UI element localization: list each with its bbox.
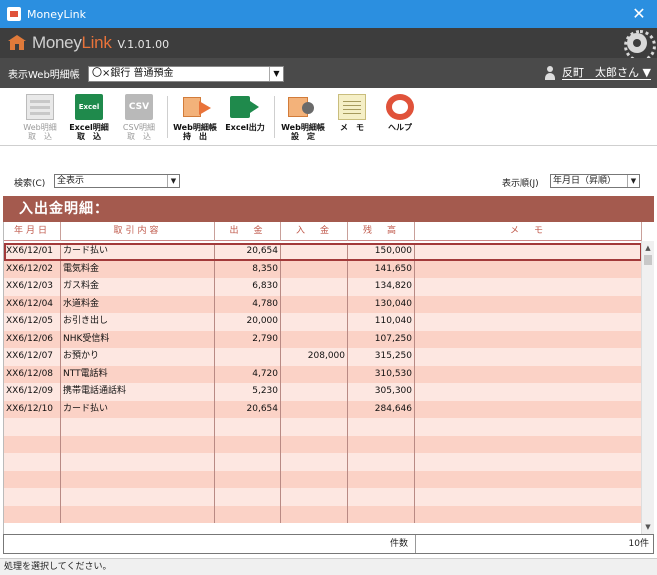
chevron-down-icon: ▼ <box>269 67 283 81</box>
table-body: XX6/12/01 カード払い 20,654 150,000 XX6/12/02 電気料… <box>4 243 642 523</box>
help-button[interactable]: ヘルプ <box>380 94 420 132</box>
memo-icon <box>338 94 366 120</box>
lifebuoy-icon <box>386 94 414 120</box>
column-header-description[interactable]: 取引内容 <box>61 222 215 241</box>
web-detail-icon <box>26 94 54 120</box>
table-row[interactable]: XX6/12/08 NTT電話料 4,720 310,530 <box>4 365 642 383</box>
excel-import-button[interactable]: Excel Excel明細取 込 <box>66 94 112 141</box>
table-footer: 件数 10件 <box>3 534 654 554</box>
table-row[interactable] <box>4 418 642 436</box>
csv-import-button[interactable]: CSV CSV明細取 込 <box>118 94 160 141</box>
web-import-button[interactable]: Web明細取 込 <box>20 94 60 141</box>
table-row[interactable] <box>4 435 642 453</box>
app-header: MoneyLink V.1.01.00 <box>0 28 657 62</box>
user-menu[interactable]: 反町 太郎さん ▼ <box>562 67 651 80</box>
table-row[interactable]: XX6/12/03 ガス料金 6,830 134,820 <box>4 278 642 296</box>
scrollbar-thumb[interactable] <box>644 255 652 265</box>
count-value: 10件 <box>628 539 649 549</box>
app-logo: MoneyLink <box>32 33 112 52</box>
window-titlebar: MoneyLink ✕ <box>0 0 657 28</box>
column-header-balance[interactable]: 残 高 <box>348 222 415 241</box>
app-icon <box>7 7 21 21</box>
toolbar-divider <box>274 96 275 138</box>
chevron-down-icon: ▼ <box>627 175 639 187</box>
window-title: MoneyLink <box>27 7 86 21</box>
section-title: 入出金明細： <box>3 196 654 222</box>
chevron-down-icon[interactable]: ▼ <box>642 520 654 534</box>
export-arrow-icon <box>181 94 211 120</box>
gear-icon[interactable] <box>624 30 656 62</box>
sort-select[interactable]: 年月日（昇順） ▼ <box>550 174 640 188</box>
count-label: 件数 <box>390 539 409 549</box>
column-header-withdrawal[interactable]: 出 金 <box>215 222 281 241</box>
table-row[interactable] <box>4 488 642 506</box>
sort-label: 表示順(J) <box>502 179 539 189</box>
account-bar: 表示Web明細帳 〇×銀行 普通預金 ▼ 反町 太郎さん ▼ <box>0 58 657 88</box>
account-label: 表示Web明細帳 <box>8 69 80 81</box>
table-row[interactable] <box>4 453 642 471</box>
transaction-table: 年月日 取引内容 出 金 入 金 残 高 メ モ XX6/12/01 カード払い 2… <box>3 222 654 534</box>
search-label: 検索(C) <box>14 179 46 189</box>
search-select[interactable]: 全表示 ▼ <box>54 174 180 188</box>
column-header-date[interactable]: 年月日 <box>4 222 61 241</box>
table-header: 年月日 取引内容 出 金 入 金 残 高 メ モ <box>4 222 642 241</box>
excel-icon: Excel <box>75 94 103 120</box>
excel-output-icon <box>228 94 262 120</box>
close-icon[interactable]: ✕ <box>629 4 649 23</box>
table-row[interactable] <box>4 505 642 523</box>
app-version: V.1.01.00 <box>117 38 170 51</box>
column-header-deposit[interactable]: 入 金 <box>281 222 348 241</box>
toolbar: Web明細取 込 Excel Excel明細取 込 CSV CSV明細取 込 W… <box>0 88 657 146</box>
chevron-down-icon: ▼ <box>167 175 179 187</box>
main-content: 検索(C) 全表示 ▼ 表示順(J) 年月日（昇順） ▼ 入出金明細： 年月日 … <box>0 146 657 558</box>
table-row[interactable] <box>4 470 642 488</box>
vertical-scrollbar[interactable]: ▲ ▼ <box>641 241 654 534</box>
home-logo-icon <box>8 35 26 51</box>
toolbar-divider <box>167 96 168 138</box>
table-row[interactable]: XX6/12/02 電気料金 8,350 141,650 <box>4 260 642 278</box>
chevron-up-icon[interactable]: ▲ <box>642 241 654 255</box>
web-export-button[interactable]: Web明細帳持 出 <box>172 94 218 141</box>
status-bar: 処理を選択してください。 <box>0 558 657 575</box>
settings-icon <box>286 94 320 120</box>
excel-output-button[interactable]: Excel出力 <box>222 94 268 132</box>
table-row[interactable]: XX6/12/06 NHK受信料 2,790 107,250 <box>4 330 642 348</box>
account-select[interactable]: 〇×銀行 普通預金 ▼ <box>88 66 284 82</box>
csv-icon: CSV <box>125 94 153 120</box>
table-row[interactable]: XX6/12/09 携帯電話通話料 5,230 305,300 <box>4 383 642 401</box>
web-settings-button[interactable]: Web明細帳設 定 <box>280 94 326 141</box>
table-row[interactable]: XX6/12/07 お預かり 208,000 315,250 <box>4 348 642 366</box>
table-row[interactable]: XX6/12/10 カード払い 20,654 284,646 <box>4 400 642 418</box>
table-row[interactable]: XX6/12/05 お引き出し 20,000 110,040 <box>4 313 642 331</box>
table-row[interactable]: XX6/12/01 カード払い 20,654 150,000 <box>4 243 642 261</box>
table-row[interactable]: XX6/12/04 水道料金 4,780 130,040 <box>4 295 642 313</box>
column-header-memo[interactable]: メ モ <box>415 222 642 241</box>
user-icon <box>545 66 555 80</box>
memo-button[interactable]: メ モ <box>334 94 370 132</box>
